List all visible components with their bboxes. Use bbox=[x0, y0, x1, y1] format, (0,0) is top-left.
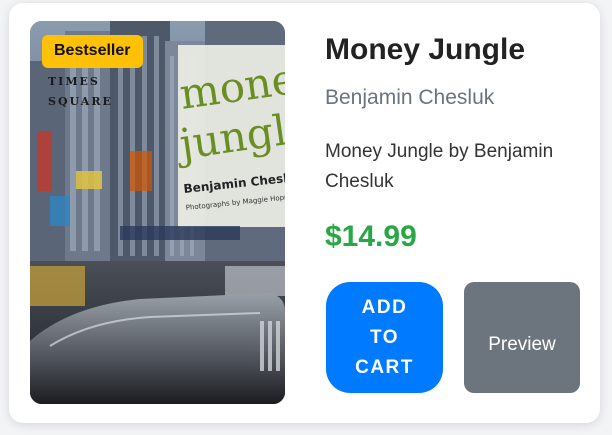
add-to-cart-button[interactable]: ADD TO CART bbox=[326, 282, 443, 393]
book-title: Money Jungle bbox=[325, 33, 526, 66]
bestseller-badge: Bestseller bbox=[42, 35, 143, 68]
book-description: Money Jungle by Benjamin Chesluk bbox=[325, 141, 554, 192]
product-card: TIMES SQUARE money jungle Benjamin Chesl… bbox=[9, 3, 600, 423]
book-price: $14.99 bbox=[325, 220, 417, 253]
preview-label: Preview bbox=[488, 333, 556, 355]
book-cover-image: TIMES SQUARE money jungle Benjamin Chesl… bbox=[30, 21, 285, 404]
cover-sign-line2: SQUARE bbox=[48, 95, 113, 108]
preview-button[interactable]: Preview bbox=[464, 282, 580, 393]
cover-sign-line1: TIMES bbox=[48, 75, 100, 88]
cover-art: TIMES SQUARE money jungle Benjamin Chesl… bbox=[30, 21, 285, 404]
book-author: Benjamin Chesluk bbox=[325, 86, 495, 109]
add-to-cart-label: ADD TO CART bbox=[355, 296, 414, 378]
